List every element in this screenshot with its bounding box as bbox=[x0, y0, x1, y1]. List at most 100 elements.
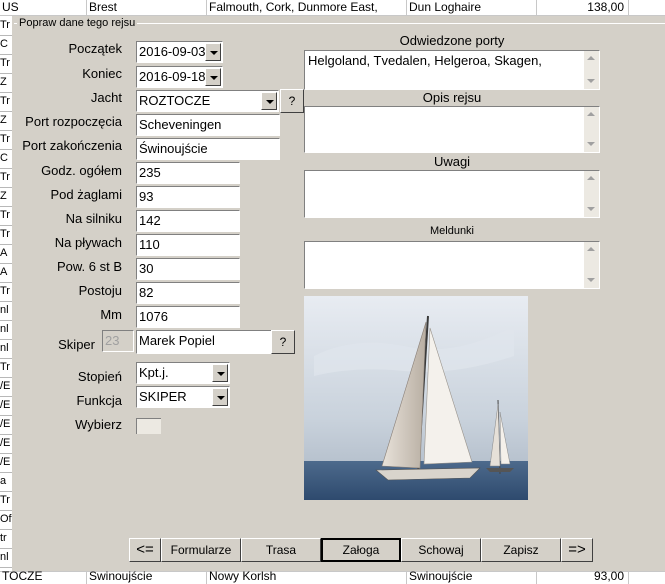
function-dropdown-icon[interactable] bbox=[212, 388, 228, 406]
bg-cell: 138,00 bbox=[537, 0, 629, 15]
end-date-field[interactable]: 2016-09-18 bbox=[136, 66, 223, 88]
bg-cell: Dun Loghaire bbox=[407, 0, 537, 15]
skipper-id-field: 23 bbox=[102, 330, 134, 352]
engine-hours-input[interactable]: 142 bbox=[136, 210, 240, 232]
mm-input[interactable]: 1076 bbox=[136, 306, 240, 328]
bg-left-cell: C bbox=[0, 35, 12, 55]
start-date-field[interactable]: 2016-09-03 bbox=[136, 41, 223, 63]
bg-left-cell: /E bbox=[0, 453, 12, 473]
ports-value: Helgoland, Tvedalen, Helgeroa, Skagen, bbox=[308, 53, 542, 68]
notes-memo[interactable] bbox=[304, 170, 600, 218]
hours-total-label: Godz. ogółem bbox=[41, 163, 122, 178]
skipper-name-input[interactable]: Marek Popiel bbox=[136, 330, 273, 354]
pow6-input[interactable]: 30 bbox=[136, 258, 240, 280]
end-date-value: 2016-09-18 bbox=[139, 69, 206, 84]
yacht-dropdown-icon[interactable] bbox=[261, 92, 277, 110]
bg-left-cell: Tr bbox=[0, 282, 12, 302]
ports-title: Odwiedzone porty bbox=[399, 33, 505, 48]
bg-left-cell: C bbox=[0, 149, 12, 169]
bg-left-cell: A bbox=[0, 263, 12, 283]
bg-left-cell: tr bbox=[0, 529, 12, 549]
save-button[interactable]: Zapisz bbox=[481, 538, 561, 562]
yacht-help-button[interactable]: ? bbox=[280, 89, 304, 113]
bg-left-cell: Z bbox=[0, 73, 12, 93]
background-top-row: US Brest Falmouth, Cork, Dunmore East, D… bbox=[0, 0, 665, 16]
engine-hours-label: Na silniku bbox=[65, 211, 122, 226]
scroll-down-icon[interactable] bbox=[584, 137, 599, 152]
rank-dropdown-icon[interactable] bbox=[212, 364, 228, 382]
floating-hours-input[interactable]: 110 bbox=[136, 234, 240, 256]
reports-memo[interactable] bbox=[304, 241, 600, 289]
function-select[interactable]: SKIPER bbox=[136, 386, 230, 408]
bg-cell: 93,00 bbox=[537, 569, 629, 584]
skipper-label: Skiper bbox=[58, 337, 95, 352]
scroll-down-icon[interactable] bbox=[584, 202, 599, 217]
pow6-label: Pow. 6 st B bbox=[56, 259, 122, 274]
start-date-dropdown-icon[interactable] bbox=[205, 43, 221, 61]
bg-left-cell: Tr bbox=[0, 225, 12, 245]
bg-cell: Świnoujście bbox=[87, 569, 207, 584]
bg-left-cell: a bbox=[0, 472, 12, 492]
bg-left-cell: Tr bbox=[0, 168, 12, 188]
start-date-label: Początek bbox=[68, 41, 122, 56]
scroll-up-icon[interactable] bbox=[584, 242, 599, 257]
scroll-down-icon[interactable] bbox=[584, 74, 599, 89]
description-memo[interactable] bbox=[304, 106, 600, 153]
bg-left-cell: Tr bbox=[0, 92, 12, 112]
hide-button[interactable]: Schowaj bbox=[401, 538, 481, 562]
scroll-up-icon[interactable] bbox=[584, 171, 599, 186]
stop-hours-label: Postoju bbox=[78, 283, 122, 298]
bg-left-cell: Z bbox=[0, 187, 12, 207]
bg-cell: Nowy Korlsh bbox=[207, 569, 407, 584]
ports-scrollbar[interactable] bbox=[584, 51, 599, 89]
notes-scrollbar[interactable] bbox=[584, 171, 599, 217]
port-end-input[interactable]: Świnoujście bbox=[136, 138, 280, 160]
background-left-column: Tr C Tr Z Tr Z Tr C Tr Z Tr Tr A A Tr nl nl nl Tr/E/E/E/E /… bbox=[0, 16, 12, 571]
bg-left-cell: Tr bbox=[0, 491, 12, 511]
sail-hours-label: Pod żaglami bbox=[50, 187, 122, 202]
description-title: Opis rejsu bbox=[422, 90, 482, 105]
bg-left-cell: Tr bbox=[0, 358, 12, 378]
sail-hours-input[interactable]: 93 bbox=[136, 186, 240, 208]
function-label: Funkcja bbox=[76, 393, 122, 408]
bg-left-cell: Tr bbox=[0, 130, 12, 150]
port-start-input[interactable]: Scheveningen bbox=[136, 114, 280, 136]
rank-select[interactable]: Kpt.j. bbox=[136, 362, 230, 384]
notes-title: Uwagi bbox=[433, 154, 471, 169]
rank-value: Kpt.j. bbox=[139, 365, 169, 380]
ports-memo[interactable]: Helgoland, Tvedalen, Helgeroa, Skagen, bbox=[304, 50, 600, 90]
bg-left-cell: nl bbox=[0, 548, 12, 568]
reports-scrollbar[interactable] bbox=[584, 242, 599, 288]
route-button[interactable]: Trasa bbox=[241, 538, 321, 562]
scroll-down-icon[interactable] bbox=[584, 273, 599, 288]
hours-total-input[interactable]: 235 bbox=[136, 162, 240, 184]
bg-cell: US bbox=[0, 0, 87, 15]
prev-button[interactable]: <= bbox=[129, 538, 161, 562]
bg-left-cell: /E bbox=[0, 415, 12, 435]
forms-button[interactable]: Formularze bbox=[161, 538, 241, 562]
yacht-photo bbox=[304, 296, 528, 500]
bg-cell: Świnoujście bbox=[407, 569, 537, 584]
bg-left-cell: /E bbox=[0, 377, 12, 397]
yacht-select[interactable]: ROZTOCZE bbox=[136, 90, 279, 112]
floating-hours-label: Na pływach bbox=[54, 235, 122, 250]
yacht-label: Jacht bbox=[90, 90, 122, 105]
select-label: Wybierz bbox=[75, 417, 122, 432]
photo-hull bbox=[375, 467, 481, 481]
reports-title: Meldunki bbox=[429, 225, 475, 237]
bg-left-cell: A bbox=[0, 244, 12, 264]
skipper-help-button[interactable]: ? bbox=[271, 330, 295, 354]
bg-left-cell: /E bbox=[0, 396, 12, 416]
mm-label: Mm bbox=[100, 307, 122, 322]
end-date-dropdown-icon[interactable] bbox=[205, 68, 221, 86]
stop-hours-input[interactable]: 82 bbox=[136, 282, 240, 304]
description-scrollbar[interactable] bbox=[584, 107, 599, 152]
bg-cell: Brest bbox=[87, 0, 207, 15]
crew-button[interactable]: Załoga bbox=[321, 538, 401, 562]
rank-label: Stopień bbox=[77, 369, 122, 384]
next-button[interactable]: => bbox=[561, 538, 593, 562]
scroll-up-icon[interactable] bbox=[584, 107, 599, 122]
select-checkbox[interactable] bbox=[136, 418, 161, 434]
scroll-up-icon[interactable] bbox=[584, 51, 599, 66]
port-start-label: Port rozpoczęcia bbox=[25, 114, 122, 129]
